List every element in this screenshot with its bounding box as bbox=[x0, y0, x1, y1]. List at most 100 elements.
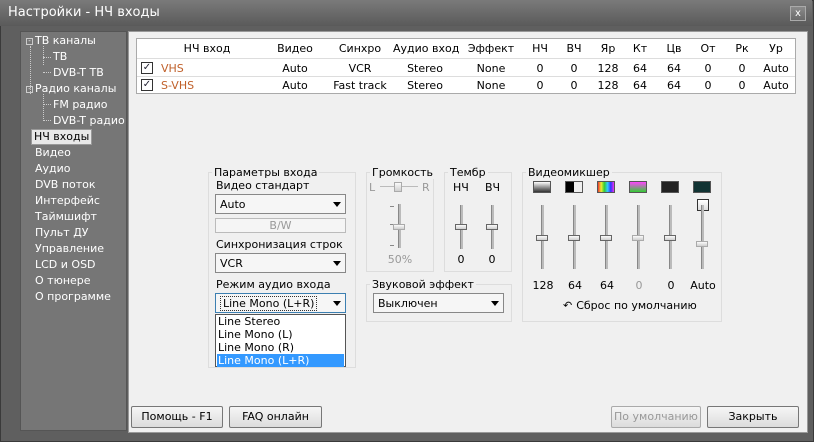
brightness-slider[interactable] bbox=[536, 235, 548, 241]
volume-slider[interactable] bbox=[393, 224, 405, 230]
table-header: Рк bbox=[735, 42, 749, 55]
contrast-slider[interactable] bbox=[568, 235, 580, 241]
sidebar-item-about-program[interactable]: О программе bbox=[35, 290, 111, 304]
sidebar-item-tv[interactable]: ТВ bbox=[53, 50, 67, 64]
video-standard-value: Auto bbox=[220, 198, 246, 211]
table-header: ВЧ bbox=[566, 42, 582, 55]
table-cell: 0 bbox=[570, 79, 578, 92]
tree-toggle-tv[interactable]: - bbox=[26, 38, 33, 45]
table-cell: 0 bbox=[738, 79, 746, 92]
sidebar-item-control[interactable]: Управление bbox=[35, 242, 104, 256]
volume-left-label: L bbox=[369, 181, 376, 194]
audio-mode-dropdown: Line Stereo Line Mono (L) Line Mono (R) … bbox=[215, 314, 346, 367]
level-track bbox=[701, 205, 704, 269]
table-cell: Auto bbox=[282, 79, 308, 92]
table-header: Синхро bbox=[338, 42, 382, 55]
sound-effect-label: Звуковой эффект bbox=[370, 278, 476, 291]
sidebar-item-dvbt-radio[interactable]: DVB-T радио bbox=[53, 114, 125, 128]
sharpness-slider[interactable] bbox=[664, 235, 676, 241]
table-header: Яр bbox=[600, 42, 616, 55]
contrast-icon bbox=[565, 181, 583, 193]
treble-label: ВЧ bbox=[485, 181, 501, 194]
level-icon bbox=[693, 181, 711, 193]
bass-slider[interactable] bbox=[455, 224, 467, 230]
sound-effect-value: Выключен bbox=[378, 297, 438, 310]
table-divider bbox=[137, 58, 795, 59]
sidebar-item-radio-channels[interactable]: Радио каналы bbox=[35, 82, 116, 96]
sidebar-item-lf-inputs[interactable]: НЧ входы bbox=[31, 129, 93, 145]
sidebar-item-remote[interactable]: Пульт ДУ bbox=[35, 226, 89, 240]
row-checkbox[interactable]: ✓ bbox=[141, 79, 153, 91]
tree-toggle-radio[interactable]: - bbox=[26, 86, 33, 93]
balance-slider[interactable] bbox=[394, 182, 402, 192]
table-header: От bbox=[700, 42, 716, 55]
volume-label: Громкость bbox=[370, 166, 436, 179]
faq-online-button[interactable]: FAQ онлайн bbox=[229, 406, 322, 428]
table-header: Аудио вход bbox=[393, 42, 460, 55]
table-header: Цв bbox=[666, 42, 682, 55]
chevron-down-icon bbox=[333, 301, 341, 306]
hue-value: 0 bbox=[635, 279, 643, 292]
table-cell: 64 bbox=[667, 79, 681, 92]
chevron-down-icon bbox=[491, 301, 499, 306]
video-standard-select[interactable]: Auto bbox=[215, 194, 346, 214]
level-slider[interactable] bbox=[696, 241, 708, 247]
videomixer-label: Видеомикшер bbox=[526, 166, 612, 179]
sidebar-item-audio[interactable]: Аудио bbox=[35, 162, 71, 176]
treble-slider[interactable] bbox=[486, 224, 498, 230]
table-cell: 64 bbox=[633, 79, 647, 92]
tree-connector bbox=[43, 57, 51, 58]
line-sync-select[interactable]: VCR bbox=[215, 253, 346, 273]
defaults-button[interactable]: По умолчанию bbox=[611, 406, 701, 428]
dropdown-option[interactable]: Line Stereo bbox=[218, 315, 280, 328]
sidebar-item-about-tuner[interactable]: О тюнере bbox=[35, 274, 91, 288]
close-button[interactable]: Закрыть bbox=[707, 406, 799, 428]
hue-slider[interactable] bbox=[632, 235, 644, 241]
close-window-button[interactable]: x bbox=[790, 6, 806, 21]
help-button[interactable]: Помощь - F1 bbox=[131, 406, 223, 428]
tick bbox=[390, 245, 394, 246]
table-header: НЧ bbox=[532, 42, 548, 55]
window-title: Настройки - НЧ входы bbox=[8, 5, 160, 20]
volume-right-label: R bbox=[422, 181, 430, 194]
dropdown-option[interactable]: Line Mono (L) bbox=[218, 328, 293, 341]
row-checkbox[interactable]: ✓ bbox=[141, 62, 153, 74]
sidebar-item-interface[interactable]: Интерфейс bbox=[35, 194, 100, 208]
sidebar-item-video[interactable]: Видео bbox=[35, 146, 71, 160]
table-header: Ур bbox=[769, 42, 783, 55]
saturation-slider[interactable] bbox=[600, 235, 612, 241]
audio-mode-select[interactable]: Line Mono (L+R) bbox=[215, 293, 346, 313]
sound-effect-select[interactable]: Выключен bbox=[373, 293, 504, 313]
table-cell: Auto bbox=[763, 62, 789, 75]
table-cell: S-VHS bbox=[161, 79, 195, 92]
sidebar-item-lcd-osd[interactable]: LCD и OSD bbox=[35, 258, 96, 272]
sidebar-item-timeshift[interactable]: Таймшифт bbox=[35, 210, 97, 224]
chevron-down-icon bbox=[333, 202, 341, 207]
dropdown-option-selected[interactable]: Line Mono (L+R) bbox=[217, 354, 344, 367]
table-cell: 0 bbox=[738, 62, 746, 75]
table-cell: 0 bbox=[704, 62, 712, 75]
brightness-value: 128 bbox=[532, 279, 554, 292]
table-cell: None bbox=[476, 79, 506, 92]
table-cell: 128 bbox=[597, 62, 619, 75]
sidebar-item-tv-channels[interactable]: ТВ каналы bbox=[35, 34, 96, 48]
table-cell: 0 bbox=[536, 62, 544, 75]
brightness-icon bbox=[533, 181, 551, 193]
table-cell: Stereo bbox=[407, 79, 443, 92]
dropdown-option[interactable]: Line Mono (R) bbox=[218, 341, 294, 354]
table-cell: 64 bbox=[667, 62, 681, 75]
sharpness-value: 0 bbox=[667, 279, 675, 292]
sidebar-item-dvb-stream[interactable]: DVB поток bbox=[35, 178, 96, 192]
volume-value: 50% bbox=[387, 253, 413, 266]
sidebar-item-fm-radio[interactable]: FM радио bbox=[53, 98, 108, 112]
table-cell: 0 bbox=[704, 79, 712, 92]
input-params-label: Параметры входа bbox=[212, 166, 320, 179]
audio-mode-label: Режим аудио входа bbox=[216, 278, 331, 291]
reset-defaults-link[interactable]: ↶ Сброс по умолчанию bbox=[563, 299, 697, 312]
audio-mode-value: Line Mono (L+R) bbox=[220, 296, 318, 311]
contrast-value: 64 bbox=[568, 279, 582, 292]
table-cell: 0 bbox=[536, 79, 544, 92]
treble-value: 0 bbox=[488, 253, 496, 266]
table-header: НЧ вход bbox=[183, 42, 231, 55]
sidebar-item-dvbt-tv[interactable]: DVB-T ТВ bbox=[53, 66, 104, 80]
